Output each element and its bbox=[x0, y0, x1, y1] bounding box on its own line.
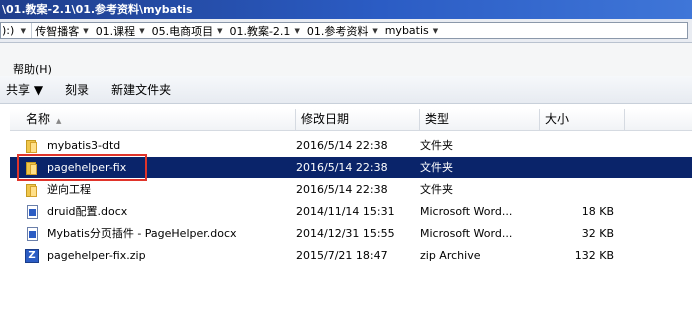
file-date: 2015/7/21 18:47 bbox=[296, 249, 388, 262]
breadcrumb-item[interactable]: 01.参考资料 bbox=[304, 23, 372, 38]
file-name: mybatis3-dtd bbox=[47, 139, 121, 152]
file-type: 文件夹 bbox=[420, 139, 453, 152]
file-size bbox=[540, 179, 614, 200]
file-size bbox=[540, 157, 614, 178]
file-type: 文件夹 bbox=[420, 161, 453, 174]
breadcrumb-chevron-icon[interactable]: ▼ bbox=[82, 27, 92, 35]
breadcrumb-chevron-icon[interactable]: ▼ bbox=[293, 27, 303, 35]
file-size: 32 KB bbox=[581, 227, 614, 240]
file-type: 文件夹 bbox=[420, 183, 453, 196]
menu-help[interactable]: 帮助(H) bbox=[13, 61, 52, 77]
file-size: 132 KB bbox=[574, 249, 614, 262]
breadcrumb-item[interactable]: 05.电商项目 bbox=[149, 23, 217, 38]
column-header: 名称 ▲ 修改日期 类型 大小 bbox=[10, 109, 692, 131]
breadcrumb-chevron-icon[interactable]: ▼ bbox=[138, 27, 148, 35]
sort-ascending-icon: ▲ bbox=[56, 117, 62, 125]
file-row[interactable]: mybatis3-dtd 2016/5/14 22:38 文件夹 bbox=[10, 135, 692, 156]
file-type: zip Archive bbox=[420, 249, 481, 262]
file-size bbox=[540, 135, 614, 156]
file-name-cell: 逆向工程 bbox=[24, 179, 296, 200]
file-name: pagehelper-fix bbox=[47, 161, 127, 174]
address-prefix: ):) bbox=[2, 24, 15, 37]
file-name: druid配置.docx bbox=[47, 205, 128, 218]
file-name: Mybatis分页插件 - PageHelper.docx bbox=[47, 227, 237, 240]
breadcrumb-item[interactable]: 01.教案-2.1 bbox=[226, 23, 293, 38]
folder-icon bbox=[24, 160, 40, 176]
breadcrumb-item[interactable]: 传智播客 bbox=[32, 23, 82, 38]
file-name-cell: druid配置.docx bbox=[24, 201, 296, 222]
file-name-cell: Mybatis分页插件 - PageHelper.docx bbox=[24, 223, 296, 244]
column-size-header[interactable]: 大小 bbox=[540, 109, 625, 130]
burn-button[interactable]: 刻录 bbox=[65, 81, 89, 98]
command-bar: 共享 ▼ 刻录 新建文件夹 bbox=[0, 76, 692, 104]
file-name: pagehelper-fix.zip bbox=[47, 249, 146, 262]
column-type-header[interactable]: 类型 bbox=[420, 109, 540, 130]
file-type: Microsoft Word... bbox=[420, 205, 513, 218]
breadcrumb-item[interactable]: mybatis bbox=[382, 24, 432, 37]
address-field[interactable]: ):) ▼ 传智播客 ▼ 01.课程 ▼ 05.电商项目 ▼ 01.教案-2.1 ▼ 0… bbox=[0, 22, 688, 39]
file-date: 2016/5/14 22:38 bbox=[296, 183, 388, 196]
menu-bar: 帮助(H) bbox=[0, 43, 692, 76]
zip-archive-icon: Z bbox=[24, 248, 40, 264]
file-name: 逆向工程 bbox=[47, 183, 91, 196]
breadcrumb-item[interactable]: 01.课程 bbox=[93, 23, 139, 38]
recent-locations-dropdown-icon[interactable]: ▼ bbox=[15, 23, 33, 38]
column-date-header[interactable]: 修改日期 bbox=[296, 109, 420, 130]
column-name-header[interactable]: 名称 ▲ bbox=[10, 109, 296, 130]
share-button[interactable]: 共享 ▼ bbox=[6, 81, 43, 98]
file-date: 2016/5/14 22:38 bbox=[296, 161, 388, 174]
nav-pane-edge bbox=[0, 104, 10, 330]
breadcrumb-chevron-icon[interactable]: ▼ bbox=[432, 27, 442, 35]
file-row[interactable]: druid配置.docx 2014/11/14 15:31 Microsoft Wo… bbox=[10, 201, 692, 222]
file-name-cell: Zpagehelper-fix.zip bbox=[24, 245, 296, 266]
new-folder-button[interactable]: 新建文件夹 bbox=[111, 81, 171, 98]
folder-icon bbox=[24, 138, 40, 154]
word-doc-icon bbox=[24, 226, 40, 242]
breadcrumb-chevron-icon[interactable]: ▼ bbox=[371, 27, 381, 35]
file-name-cell: mybatis3-dtd bbox=[24, 135, 296, 156]
word-doc-icon bbox=[24, 204, 40, 220]
folder-icon bbox=[24, 182, 40, 198]
file-row[interactable]: 逆向工程 2016/5/14 22:38 文件夹 bbox=[10, 179, 692, 200]
file-row[interactable]: Mybatis分页插件 - PageHelper.docx 2014/12/31 … bbox=[10, 223, 692, 244]
column-name-label: 名称 bbox=[26, 112, 51, 126]
window-title: \01.教案-2.1\01.参考资料\mybatis bbox=[0, 0, 692, 19]
file-type: Microsoft Word... bbox=[420, 227, 513, 240]
file-date: 2014/11/14 15:31 bbox=[296, 205, 395, 218]
address-bar: ):) ▼ 传智播客 ▼ 01.课程 ▼ 05.电商项目 ▼ 01.教案-2.1 ▼ 0… bbox=[0, 19, 692, 43]
breadcrumb-chevron-icon[interactable]: ▼ bbox=[216, 27, 226, 35]
file-date: 2016/5/14 22:38 bbox=[296, 139, 388, 152]
file-row[interactable]: Zpagehelper-fix.zip 2015/7/21 18:47 zip Ar… bbox=[10, 245, 692, 266]
file-row[interactable]: pagehelper-fix 2016/5/14 22:38 文件夹 bbox=[10, 157, 692, 178]
file-date: 2014/12/31 15:55 bbox=[296, 227, 395, 240]
file-name-cell: pagehelper-fix bbox=[24, 157, 296, 178]
file-size: 18 KB bbox=[581, 205, 614, 218]
